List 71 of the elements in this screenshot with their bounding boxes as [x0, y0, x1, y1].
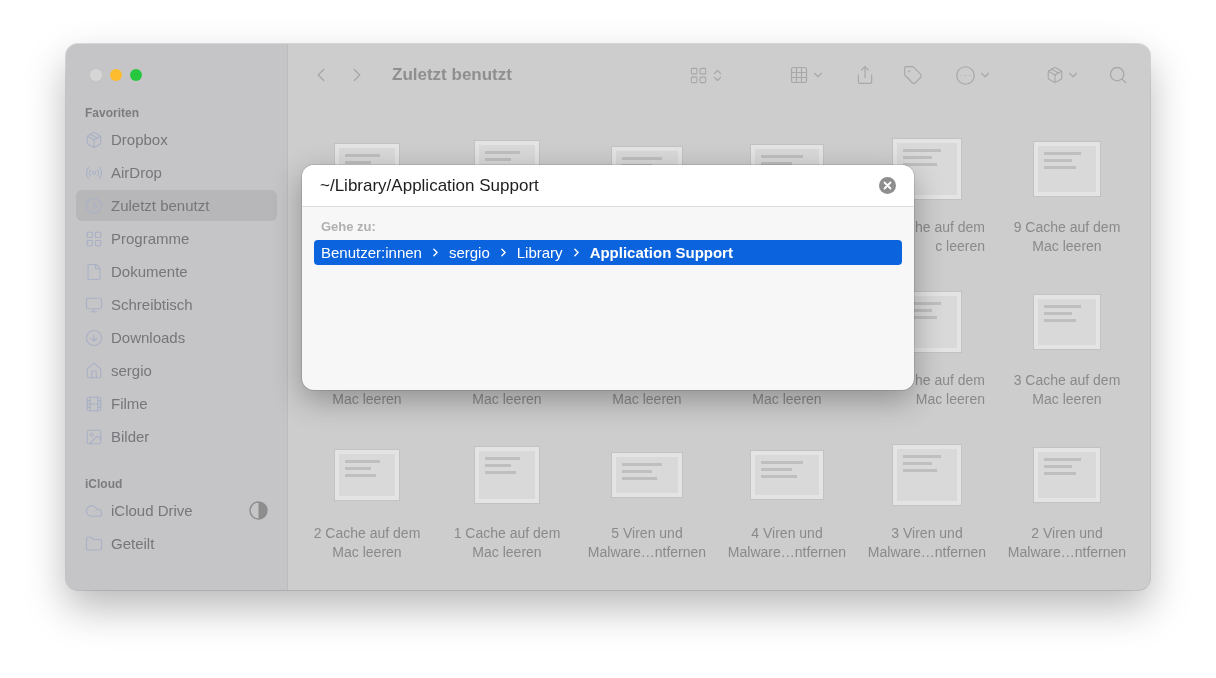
file-name: Mac leeren: [1032, 390, 1102, 409]
file-name: Malware…ntfernen: [727, 543, 847, 562]
folder-icon: [85, 534, 103, 553]
image-icon: [85, 427, 103, 446]
file-name: 1 Cache auf dem: [453, 524, 561, 543]
path-suggestion[interactable]: Benutzer:innen sergio Library Application Support: [314, 240, 902, 265]
house-icon: [85, 361, 103, 380]
file-name: Mac leeren: [472, 390, 542, 409]
sidebar-section-title: Favoriten: [84, 105, 140, 122]
file-name: 4 Viren und: [751, 524, 823, 543]
input-row[interactable]: ~/Library/Application Support: [302, 165, 914, 207]
thumbnail[interactable]: [335, 450, 399, 500]
file-name: 2 Viren und: [1031, 524, 1103, 543]
sidebar-item[interactable]: Geteilt: [76, 528, 277, 559]
sidebar-item[interactable]: Dropbox: [76, 124, 277, 155]
file-name: Malware…ntfernen: [867, 543, 987, 562]
file-name: Mac leeren: [332, 543, 402, 562]
thumbnail[interactable]: [751, 451, 823, 499]
thumbnail[interactable]: [893, 445, 961, 505]
clear-icon[interactable]: [879, 177, 896, 194]
file-name: Malware…ntfernen: [587, 543, 707, 562]
section-label: Gehe zu:: [320, 218, 377, 236]
progress-circle-icon: [249, 501, 268, 520]
file-name: Mac leeren: [472, 543, 542, 562]
file-name: 2 Cache auf dem: [313, 524, 421, 543]
file-name: Mac leeren: [915, 390, 985, 409]
file-name: Mac leeren: [752, 390, 822, 409]
box-icon[interactable]: [1046, 66, 1064, 84]
box-icon: [85, 130, 103, 149]
sidebar-item[interactable]: Schreibtisch: [76, 289, 277, 320]
file-name: Mac leeren: [612, 390, 682, 409]
sidebar-item[interactable]: Zuletzt benutzt: [76, 190, 277, 221]
film-icon: [85, 394, 103, 413]
sidebar-item[interactable]: iCloud Drive: [76, 495, 277, 526]
file-name: 5 Viren und: [611, 524, 683, 543]
grid-view-icon[interactable]: [689, 65, 708, 85]
sidebar-item[interactable]: sergio: [76, 355, 277, 386]
sidebar-item[interactable]: Downloads: [76, 322, 277, 353]
sidebar-item[interactable]: AirDrop: [76, 157, 277, 188]
sidebar-section-title: iCloud: [84, 476, 124, 493]
thumbnail[interactable]: [1034, 448, 1100, 502]
thumbnail[interactable]: [1034, 142, 1100, 196]
sidebar-item[interactable]: Dokumente: [76, 256, 277, 287]
file-name: Mac leeren: [332, 390, 402, 409]
file-name: Malware…ntfernen: [1007, 543, 1127, 562]
file-name: c leeren: [935, 237, 985, 256]
search-icon[interactable]: [1108, 65, 1128, 85]
minimize-button[interactable]: [110, 69, 122, 81]
document-icon: [85, 262, 103, 281]
sidebar-item[interactable]: Bilder: [76, 421, 277, 452]
download-icon: [85, 328, 103, 347]
file-name: 3 Viren und: [891, 524, 963, 543]
share-icon[interactable]: [855, 65, 875, 85]
sidebar-item[interactable]: Programme: [76, 223, 277, 254]
file-name: 3 Cache auf dem: [1013, 371, 1121, 390]
more-icon[interactable]: [955, 64, 976, 86]
file-name: 9 Cache auf dem: [1013, 218, 1121, 237]
file-name: Mac leeren: [1032, 237, 1102, 256]
file-name: he auf dem: [914, 371, 985, 390]
path-field[interactable]: ~/Library/Application Support: [320, 175, 879, 196]
app-grid-icon: [85, 229, 103, 248]
grid-icon[interactable]: [789, 65, 809, 85]
sidebar-item[interactable]: Filme: [76, 388, 277, 419]
monitor-icon: [85, 295, 103, 314]
thumbnail[interactable]: [475, 447, 539, 503]
thumbnail[interactable]: [1034, 295, 1100, 349]
file-name: he auf dem: [914, 218, 985, 237]
window-title: Zuletzt benutzt: [392, 65, 513, 85]
tag-icon[interactable]: [903, 65, 923, 85]
thumbnail[interactable]: [612, 453, 682, 497]
zoom-button[interactable]: [130, 69, 142, 81]
